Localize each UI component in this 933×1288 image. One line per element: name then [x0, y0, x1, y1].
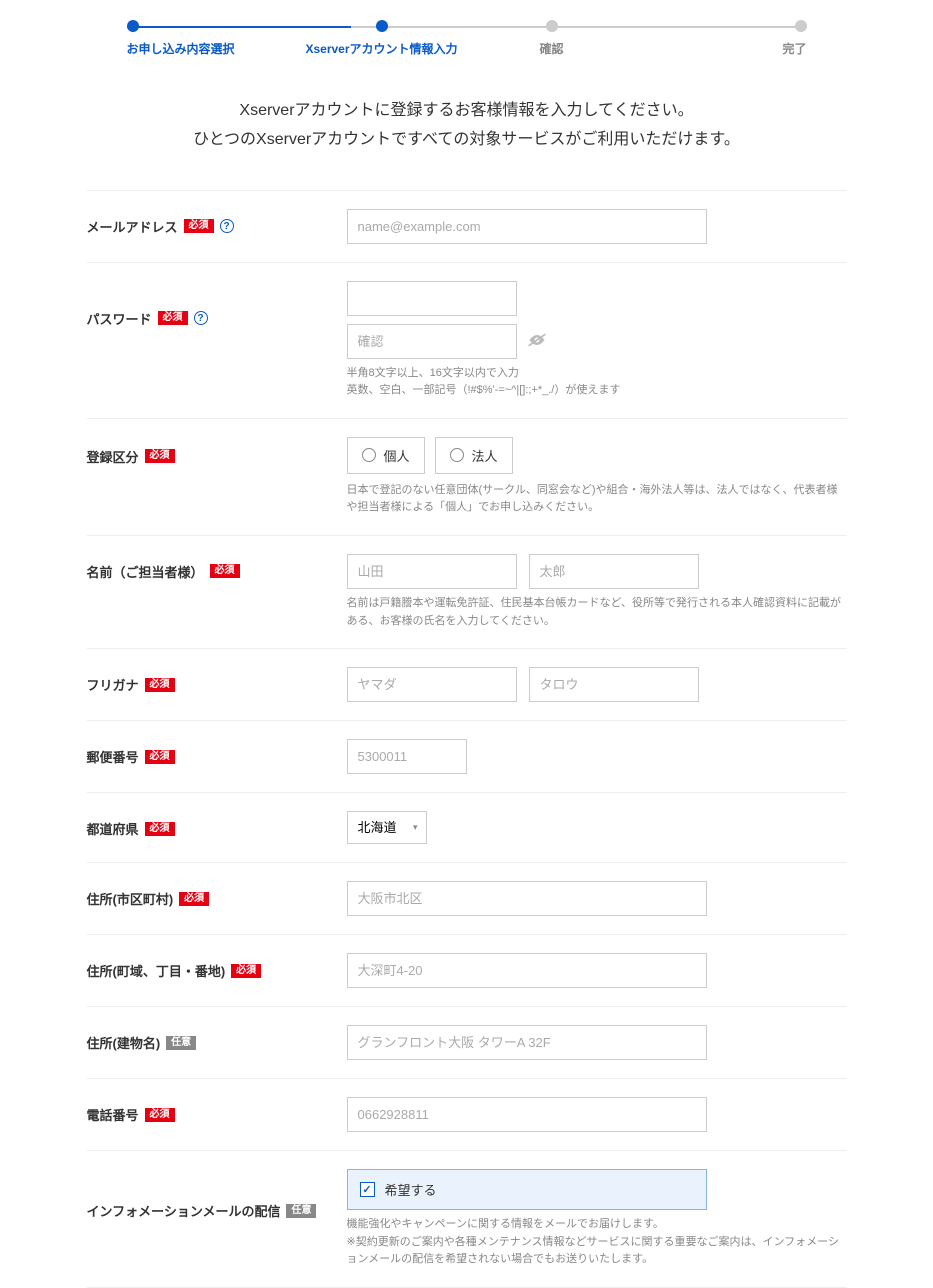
required-tag: 必須 — [158, 311, 188, 325]
furigana-last-field[interactable] — [347, 667, 517, 702]
required-tag: 必須 — [145, 750, 175, 764]
prefecture-select[interactable]: 北海道 ▾ — [347, 811, 427, 844]
firstname-field[interactable] — [529, 554, 699, 589]
step-2: Xserverアカウント情報入力 — [297, 20, 467, 57]
progress-stepper: お申し込み内容選択 Xserverアカウント情報入力 確認 完了 — [127, 20, 807, 57]
password-hint: 半角8文字以上、16文字以内で入力 英数、空白、一部記号（!#$%'-=~^|[… — [347, 365, 847, 400]
street-label: 住所(町域、丁目・番地) — [87, 961, 226, 980]
password-label: パスワード — [87, 309, 152, 328]
building-field[interactable] — [347, 1025, 707, 1060]
required-tag: 必須 — [231, 964, 261, 978]
optional-tag: 任意 — [166, 1036, 196, 1050]
postal-label: 郵便番号 — [87, 747, 139, 766]
registration-type-label: 登録区分 — [87, 447, 139, 466]
name-label: 名前（ご担当者様） — [87, 562, 204, 581]
city-field[interactable] — [347, 881, 707, 916]
required-tag: 必須 — [184, 219, 214, 233]
visibility-toggle-icon[interactable] — [527, 332, 547, 351]
street-field[interactable] — [347, 953, 707, 988]
required-tag: 必須 — [145, 678, 175, 692]
radio-corporate[interactable]: 法人 — [435, 437, 513, 474]
required-tag: 必須 — [179, 892, 209, 906]
required-tag: 必須 — [145, 822, 175, 836]
step-4: 完了 — [637, 20, 807, 57]
help-icon[interactable]: ? — [194, 311, 208, 325]
password-confirm-field[interactable] — [347, 324, 517, 359]
building-label: 住所(建物名) — [87, 1033, 161, 1052]
radio-individual[interactable]: 個人 — [347, 437, 425, 474]
email-field[interactable] — [347, 209, 707, 244]
furigana-label: フリガナ — [87, 675, 139, 694]
help-icon[interactable]: ? — [220, 219, 234, 233]
lastname-field[interactable] — [347, 554, 517, 589]
newsletter-label: インフォメーションメールの配信 — [87, 1201, 281, 1220]
newsletter-checkbox[interactable]: ✓ 希望する — [347, 1169, 707, 1210]
required-tag: 必須 — [210, 564, 240, 578]
optional-tag: 任意 — [286, 1204, 316, 1218]
required-tag: 必須 — [145, 449, 175, 463]
step-1: お申し込み内容選択 — [127, 20, 297, 57]
prefecture-label: 都道府県 — [87, 819, 139, 838]
step-3: 確認 — [467, 20, 637, 57]
phone-field[interactable] — [347, 1097, 707, 1132]
phone-label: 電話番号 — [87, 1105, 139, 1124]
newsletter-hint: 機能強化やキャンペーンに関する情報をメールでお届けします。 ※契約更新のご案内や… — [347, 1216, 847, 1269]
furigana-first-field[interactable] — [529, 667, 699, 702]
intro-text: Xserverアカウントに登録するお客様情報を入力してください。 ひとつのXse… — [87, 97, 847, 155]
check-icon: ✓ — [360, 1182, 375, 1197]
email-label: メールアドレス — [87, 217, 178, 236]
name-hint: 名前は戸籍謄本や運転免許証、住民基本台帳カードなど、役所等で発行される本人確認資… — [347, 595, 847, 630]
city-label: 住所(市区町村) — [87, 889, 174, 908]
registration-type-hint: 日本で登記のない任意団体(サークル、同窓会など)や組合・海外法人等は、法人ではな… — [347, 482, 847, 517]
postal-field[interactable] — [347, 739, 467, 774]
required-tag: 必須 — [145, 1108, 175, 1122]
password-field[interactable] — [347, 281, 517, 316]
